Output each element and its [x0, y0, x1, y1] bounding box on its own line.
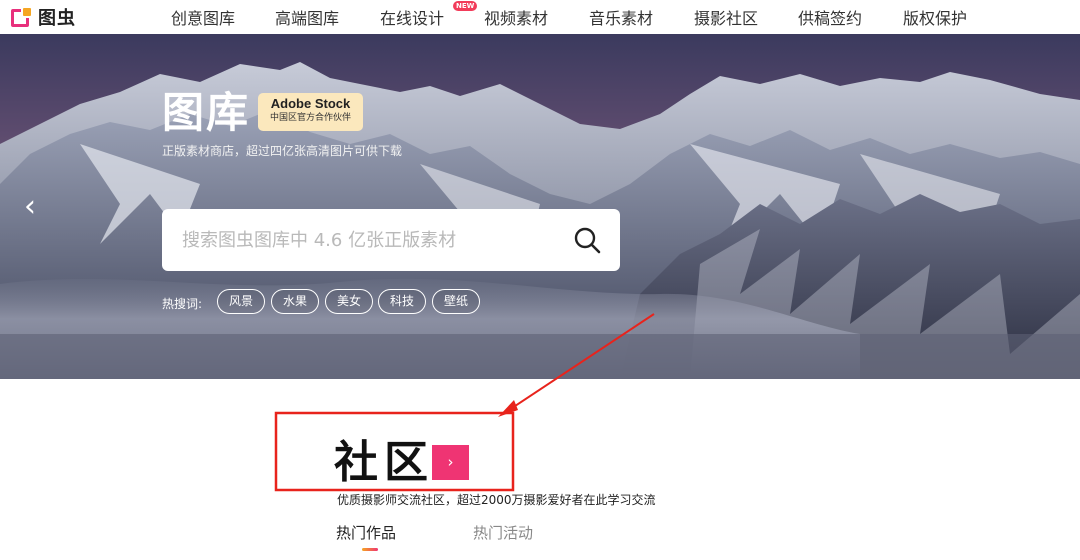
search-box: [162, 209, 620, 271]
nav-item-premium-gallery[interactable]: 高端图库: [275, 5, 339, 29]
hot-tag-technology[interactable]: 科技: [378, 289, 427, 314]
nav-item-online-design-label: 在线设计: [380, 9, 445, 28]
top-navigation: 图虫 创意图库 高端图库 在线设计 NEW 视频素材 音乐素材 摄影社区 供稿签…: [0, 0, 1080, 34]
nav-item-contributor-signup[interactable]: 供稿签约: [798, 5, 862, 29]
community-title: 社区: [334, 437, 434, 488]
hot-tag-fruit[interactable]: 水果: [271, 289, 320, 314]
hero-banner: 图库 Adobe Stock 中国区官方合作伙伴 正版素材商店，超过四亿张高清图…: [0, 34, 1080, 379]
nav-item-video-assets[interactable]: 视频素材: [484, 5, 548, 29]
active-tab-indicator: [362, 548, 378, 551]
adobe-stock-badge: Adobe Stock 中国区官方合作伙伴: [258, 93, 363, 131]
community-go-button[interactable]: ›: [432, 445, 469, 480]
logo-mark-icon: [11, 7, 32, 27]
hot-tag-beauty[interactable]: 美女: [325, 289, 374, 314]
chevron-left-icon[interactable]: ‹: [24, 192, 36, 222]
tab-hot-works[interactable]: 热门作品: [336, 522, 396, 543]
mountain-background-image: [0, 34, 1080, 379]
tab-hot-events[interactable]: 热门活动: [473, 522, 533, 543]
nav-item-photo-community[interactable]: 摄影社区: [694, 5, 758, 29]
annotation-arrowhead: [498, 400, 518, 417]
community-description: 优质摄影师交流社区，超过2000万摄影爱好者在此学习交流: [337, 493, 656, 507]
adobe-stock-badge-subtitle: 中国区官方合作伙伴: [269, 113, 351, 123]
nav-item-copyright-protection[interactable]: 版权保护: [903, 5, 967, 29]
nav-item-creative-gallery[interactable]: 创意图库: [171, 5, 235, 29]
hot-tag-wallpaper[interactable]: 壁纸: [432, 289, 481, 314]
nav-item-online-design[interactable]: 在线设计 NEW: [380, 1, 478, 29]
search-input[interactable]: [182, 221, 562, 259]
nav-item-music-assets[interactable]: 音乐素材: [589, 5, 653, 29]
logo-text: 图虫: [38, 8, 76, 29]
search-icon: [574, 227, 601, 254]
chevron-right-icon: ›: [447, 453, 454, 471]
adobe-stock-badge-title: Adobe Stock: [270, 96, 351, 111]
search-button[interactable]: [572, 225, 604, 255]
hero-title: 图库: [162, 88, 251, 137]
new-badge: NEW: [453, 1, 478, 11]
hero-subtitle: 正版素材商店，超过四亿张高清图片可供下载: [162, 144, 403, 158]
tuchong-logo[interactable]: 图虫: [11, 6, 76, 29]
hot-search-label: 热搜词:: [162, 297, 203, 311]
hot-tag-scenery[interactable]: 风景: [217, 289, 266, 314]
